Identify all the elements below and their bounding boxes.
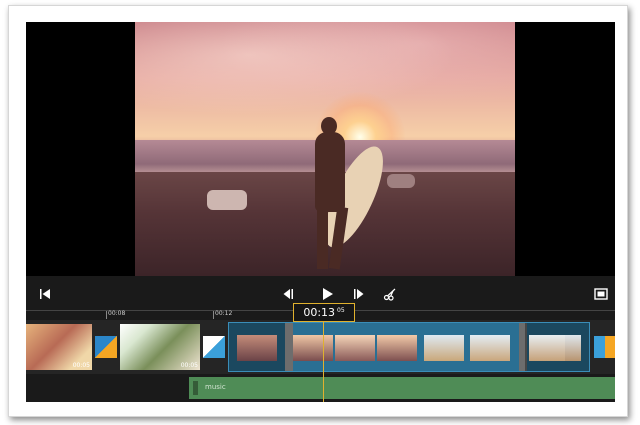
playhead[interactable] <box>323 310 324 402</box>
filmstrip-frame <box>529 335 569 361</box>
music-clip-handle[interactable] <box>193 381 198 395</box>
previous-frame-icon[interactable] <box>281 287 295 301</box>
play-icon[interactable] <box>318 285 336 303</box>
distant-people <box>387 174 415 188</box>
ruler-tick <box>106 311 107 319</box>
transition-icon[interactable] <box>95 336 117 358</box>
clip-beach-surfer[interactable] <box>228 322 590 372</box>
ruler-label-00-12: 00:12 <box>215 310 233 317</box>
clip-duration: 00:05 <box>180 362 198 369</box>
filmstrip-frame <box>565 335 581 361</box>
filmstrip-frame <box>377 335 417 361</box>
music-clip-label: music <box>205 383 226 391</box>
music-clip[interactable]: music <box>189 377 615 399</box>
video-track: 00:05 00:05 <box>26 320 615 374</box>
surfer-head <box>321 117 337 135</box>
clip-picnic[interactable]: 00:05 <box>120 324 200 370</box>
surfer-body <box>315 132 345 212</box>
transition-icon[interactable] <box>203 336 225 358</box>
video-editor: 00:08 00:12 00:05 00:05 music 00:13 05 <box>26 22 615 402</box>
timecode-display: 00:13 05 <box>293 303 355 322</box>
filmstrip-frame <box>335 335 375 361</box>
filmstrip-frame <box>237 335 277 361</box>
trim-handle-start[interactable] <box>285 323 293 371</box>
transition-icon[interactable] <box>594 336 615 358</box>
sitting-people <box>207 190 247 210</box>
skip-to-start-icon[interactable] <box>38 287 52 301</box>
fullscreen-icon[interactable] <box>593 286 609 302</box>
timecode-time: 00:13 <box>303 306 336 319</box>
filmstrip-frame <box>424 335 464 361</box>
clip-duration: 00:05 <box>72 362 90 369</box>
next-frame-icon[interactable] <box>352 287 366 301</box>
surfer-leg-left <box>317 207 328 269</box>
preview-frame-image <box>135 22 515 276</box>
clip-friends-laughing[interactable]: 00:05 <box>26 324 92 370</box>
scissors-icon[interactable] <box>382 286 398 302</box>
audio-track: music <box>26 374 615 402</box>
ruler-tick <box>213 311 214 319</box>
video-preview <box>26 22 615 276</box>
timecode-frames: 05 <box>337 307 345 314</box>
filmstrip-frame <box>470 335 510 361</box>
ruler-label-00-08: 00:08 <box>108 310 126 317</box>
filmstrip-frame <box>293 335 333 361</box>
